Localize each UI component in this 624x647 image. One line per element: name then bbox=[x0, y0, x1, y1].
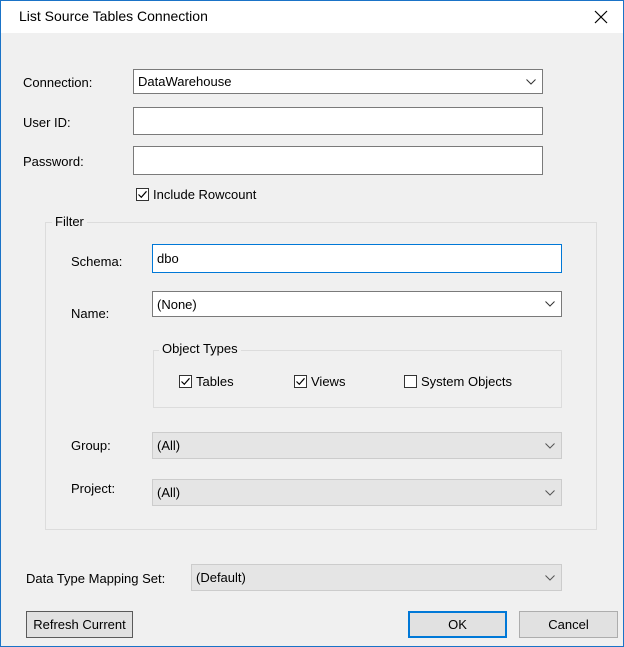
close-button[interactable] bbox=[579, 1, 623, 33]
dialog-title: List Source Tables Connection bbox=[19, 8, 208, 24]
password-label: Password: bbox=[23, 154, 84, 169]
checkmark-icon bbox=[138, 190, 147, 199]
group-label: Group: bbox=[71, 438, 111, 453]
dialog-window: List Source Tables Connection Connection… bbox=[0, 0, 624, 647]
schema-input[interactable] bbox=[152, 244, 562, 273]
title-bar: List Source Tables Connection bbox=[1, 1, 623, 33]
chevron-down-icon bbox=[539, 565, 561, 590]
views-checkbox[interactable]: Views bbox=[294, 374, 345, 389]
include-rowcount-label: Include Rowcount bbox=[153, 187, 257, 202]
connection-select[interactable]: DataWarehouse bbox=[133, 69, 543, 94]
system-objects-label: System Objects bbox=[421, 374, 513, 389]
checkbox-box bbox=[136, 188, 149, 201]
data-type-mapping-select[interactable]: (Default) bbox=[191, 564, 562, 591]
chevron-down-icon bbox=[539, 480, 561, 505]
chevron-down-icon bbox=[539, 292, 561, 316]
connection-label: Connection: bbox=[23, 75, 93, 90]
tables-checkbox[interactable]: Tables bbox=[179, 374, 234, 389]
checkmark-icon bbox=[181, 377, 190, 386]
close-icon bbox=[594, 10, 608, 24]
group-select[interactable]: (All) bbox=[152, 432, 562, 459]
project-value: (All) bbox=[157, 485, 181, 500]
user-id-label: User ID: bbox=[23, 115, 71, 130]
checkmark-icon bbox=[296, 377, 305, 386]
include-rowcount-checkbox[interactable]: Include Rowcount bbox=[136, 187, 256, 202]
name-label: Name: bbox=[71, 306, 110, 321]
schema-label: Schema: bbox=[71, 254, 123, 269]
project-label: Project: bbox=[71, 481, 116, 496]
data-type-mapping-value: (Default) bbox=[196, 570, 246, 585]
object-types-legend: Object Types bbox=[159, 341, 241, 356]
name-value: (None) bbox=[157, 296, 197, 312]
checkbox-box bbox=[294, 375, 307, 388]
ok-button[interactable]: OK bbox=[408, 611, 507, 638]
name-select[interactable]: (None) bbox=[152, 291, 562, 317]
checkbox-box bbox=[179, 375, 192, 388]
checkbox-box bbox=[404, 375, 417, 388]
tables-label: Tables bbox=[196, 374, 234, 389]
data-type-mapping-label: Data Type Mapping Set: bbox=[26, 571, 166, 586]
user-id-input[interactable] bbox=[133, 107, 543, 135]
refresh-current-button[interactable]: Refresh Current bbox=[26, 611, 133, 638]
project-select[interactable]: (All) bbox=[152, 479, 562, 506]
connection-value: DataWarehouse bbox=[138, 74, 232, 89]
chevron-down-icon bbox=[539, 433, 561, 458]
cancel-button[interactable]: Cancel bbox=[519, 611, 618, 638]
views-label: Views bbox=[311, 374, 346, 389]
system-objects-checkbox[interactable]: System Objects bbox=[404, 374, 512, 389]
filter-legend: Filter bbox=[52, 214, 87, 229]
password-input[interactable] bbox=[133, 146, 543, 175]
group-value: (All) bbox=[157, 438, 181, 453]
chevron-down-icon bbox=[520, 70, 542, 93]
